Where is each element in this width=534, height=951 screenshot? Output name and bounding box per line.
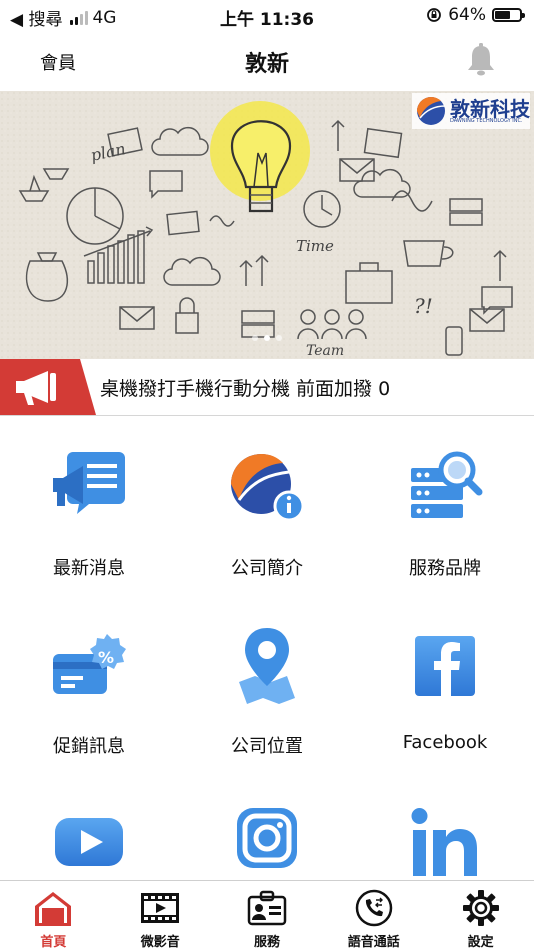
battery-icon — [492, 8, 525, 22]
menu-label: 公司位置 — [231, 736, 303, 757]
menu-item-brands[interactable]: 服務品牌 — [356, 416, 534, 594]
film-icon — [141, 893, 180, 923]
nav-bar: 會員 敦新 — [0, 32, 534, 90]
brand-subtitle: DAWNING TECHNOLOGY INC. — [450, 118, 523, 124]
tab-label: 語音通話 — [347, 935, 400, 950]
svg-text:?!: ?! — [414, 294, 433, 318]
battery-percent: 64% — [448, 5, 486, 25]
svg-text:%: % — [98, 648, 114, 667]
tab-label: 微影音 — [140, 935, 180, 950]
instagram-icon — [237, 808, 297, 868]
company-info-icon — [231, 453, 305, 522]
phone-call-icon — [355, 889, 393, 927]
menu-label: 促銷訊息 — [53, 736, 125, 757]
tab-settings[interactable]: 設定 — [427, 881, 534, 951]
page-title: 敦新 — [244, 52, 289, 77]
svg-text:Time: Time — [296, 237, 334, 255]
brand-globe-icon — [417, 96, 446, 125]
gear-icon — [462, 890, 499, 926]
menu-grid: 最新消息 公司簡介 服務品牌 % 促銷訊息 公司位置 Facebook — [0, 416, 534, 880]
id-card-icon — [247, 890, 287, 926]
tab-label: 首頁 — [40, 935, 67, 950]
menu-item-promotions[interactable]: % 促銷訊息 — [0, 594, 178, 772]
status-bar: ◀ 搜尋 4G 上午 11:36 64% — [0, 0, 534, 32]
location-pin-icon — [239, 628, 295, 704]
announcement-bar[interactable]: 桌機撥打手機行動分機 前面加撥 0 — [0, 359, 534, 416]
menu-item-location[interactable]: 公司位置 — [178, 594, 356, 772]
tab-bar: 首頁 微影音 服務 語音通話 設定 — [0, 880, 534, 951]
tab-voice-call[interactable]: 語音通話 — [320, 881, 427, 951]
tab-service[interactable]: 服務 — [214, 881, 321, 951]
carousel-dot-active[interactable] — [264, 335, 270, 341]
svg-text:Team: Team — [306, 343, 344, 359]
menu-label: 公司簡介 — [231, 558, 303, 579]
news-megaphone-icon — [53, 452, 125, 514]
status-right: 64% — [426, 5, 525, 25]
menu-item-company[interactable]: 公司簡介 — [178, 416, 356, 594]
carousel-dot[interactable] — [276, 335, 282, 341]
megaphone-icon — [0, 359, 96, 415]
menu-item-youtube[interactable] — [0, 772, 178, 880]
menu-label: Facebook — [402, 732, 488, 753]
carousel-dot[interactable] — [252, 335, 258, 341]
bell-icon — [468, 43, 494, 76]
facebook-icon — [415, 636, 475, 696]
tab-home[interactable]: 首頁 — [0, 881, 107, 951]
linkedin-icon — [411, 808, 477, 876]
hero-banner[interactable]: plan Time Team ?! 敦新科技 DAWNING TECHNOLOG… — [0, 91, 534, 359]
notification-button[interactable] — [466, 42, 496, 80]
menu-item-news[interactable]: 最新消息 — [0, 416, 178, 594]
tab-label: 設定 — [467, 935, 494, 950]
tab-video[interactable]: 微影音 — [107, 881, 214, 951]
carousel-indicator — [0, 335, 534, 341]
menu-item-linkedin[interactable] — [356, 772, 534, 880]
rotation-lock-icon — [427, 8, 442, 22]
server-search-icon — [411, 451, 483, 518]
menu-item-facebook[interactable]: Facebook — [356, 594, 534, 772]
menu-label: 服務品牌 — [409, 558, 481, 579]
announcement-text: 桌機撥打手機行動分機 前面加撥 0 — [100, 378, 391, 400]
tab-label: 服務 — [253, 935, 280, 950]
banner-illustration: plan Time Team ?! — [0, 91, 534, 359]
brand-logo: 敦新科技 DAWNING TECHNOLOGY INC. — [412, 93, 530, 129]
menu-item-instagram[interactable] — [178, 772, 356, 880]
menu-label: 最新消息 — [53, 558, 125, 579]
home-icon — [35, 892, 72, 926]
promo-card-icon: % — [53, 634, 126, 694]
youtube-icon — [55, 818, 123, 866]
